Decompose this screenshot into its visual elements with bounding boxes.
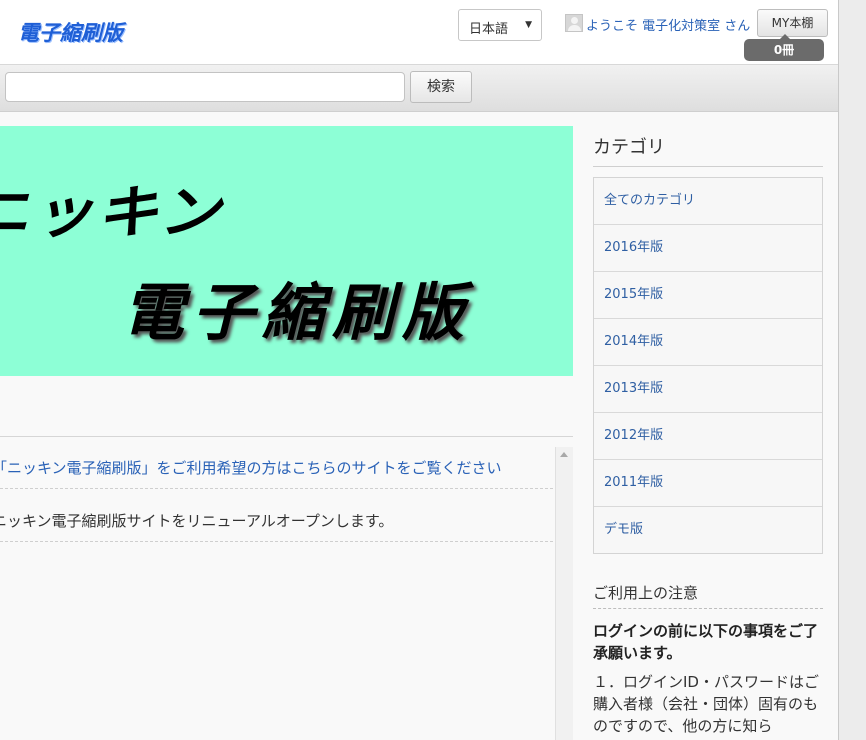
notice-title: ご利用上の注意: [593, 584, 699, 602]
search-button[interactable]: 検索: [410, 71, 472, 103]
category-item-2014[interactable]: 2014年版: [594, 319, 822, 366]
hero-banner: ニッキン 電子縮刷版: [0, 126, 573, 376]
category-item-2015[interactable]: 2015年版: [594, 272, 822, 319]
notice-divider: [593, 608, 823, 609]
header: 電子縮刷版 日本語 ▼ ようこそ 電子化対策室 さん MY本棚 0冊: [0, 0, 838, 65]
notice-body-text: １．ログインID・パスワードはご購入者様（会社・団体）固有のものですので、他の方…: [593, 673, 819, 735]
my-bookshelf-button[interactable]: MY本棚: [757, 9, 828, 37]
sidebar-category-title: カテゴリ: [593, 137, 665, 158]
welcome-user-link[interactable]: ようこそ 電子化対策室 さん: [586, 15, 750, 34]
banner-title-line2: 電子縮刷版: [122, 276, 473, 349]
category-item-demo[interactable]: デモ版: [594, 507, 822, 553]
news-scrollbar[interactable]: [555, 447, 573, 740]
site-logo[interactable]: 電子縮刷版: [0, 8, 168, 52]
category-item-2012[interactable]: 2012年版: [594, 413, 822, 460]
user-icon: [565, 14, 583, 32]
category-list: 全てのカテゴリ 2016年版 2015年版 2014年版 2013年版 2012…: [593, 177, 823, 554]
category-item-2016[interactable]: 2016年版: [594, 225, 822, 272]
window-edge-scroll-area: [838, 0, 866, 740]
category-item-2011[interactable]: 2011年版: [594, 460, 822, 507]
search-input[interactable]: [5, 72, 405, 102]
page: 電子縮刷版 日本語 ▼ ようこそ 電子化対策室 さん MY本棚 0冊 検索 ニッ…: [0, 0, 838, 740]
news-item: ニッキン電子縮刷版サイトをリニューアルオープンします。: [0, 490, 553, 542]
notice-bold-text: ログインの前に以下の事項をご了承願います。: [593, 622, 819, 662]
sidebar-title-divider: [593, 166, 823, 167]
search-bar: 検索: [0, 65, 838, 112]
bookshelf-count-badge: 0冊: [744, 34, 824, 61]
scroll-up-arrow-icon[interactable]: [560, 452, 568, 457]
chevron-down-icon: ▼: [525, 20, 532, 30]
category-item-2013[interactable]: 2013年版: [594, 366, 822, 413]
language-select[interactable]: 日本語 ▼: [458, 9, 542, 41]
news-item-link[interactable]: 「ニッキン電子縮刷版」をご利用希望の方はこちらのサイトをご覧ください: [0, 457, 502, 478]
banner-title-line1: ニッキン: [0, 178, 223, 246]
news-item-text: ニッキン電子縮刷版サイトをリニューアルオープンします。: [0, 512, 394, 530]
news-list: 「ニッキン電子縮刷版」をご利用希望の方はこちらのサイトをご覧ください ニッキン電…: [0, 437, 555, 740]
logo-text: 電子縮刷版: [18, 21, 123, 45]
language-selected-value: 日本語: [469, 22, 509, 37]
category-item-all[interactable]: 全てのカテゴリ: [594, 178, 822, 225]
news-item[interactable]: 「ニッキン電子縮刷版」をご利用希望の方はこちらのサイトをご覧ください: [0, 437, 553, 489]
